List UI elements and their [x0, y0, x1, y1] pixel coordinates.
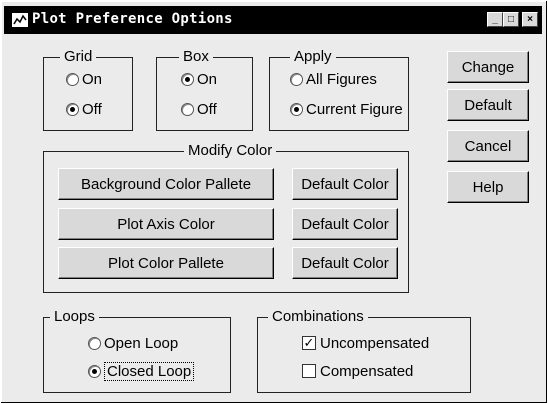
radio-label: All Figures [306, 70, 377, 88]
radio-label: Off [197, 100, 217, 118]
closed-loop-radio[interactable]: Closed Loop [88, 361, 195, 381]
checkbox-icon [302, 364, 316, 378]
compensated-checkbox[interactable]: Compensated [302, 362, 413, 380]
radio-label: On [82, 70, 103, 88]
maximize-button[interactable]: □ [503, 12, 519, 27]
default-button[interactable]: Default [447, 89, 529, 121]
grid-legend: Grid [60, 48, 97, 66]
plot-color-pallete-button[interactable]: Plot Color Pallete [58, 247, 274, 279]
loops-legend: Loops [50, 308, 99, 326]
radio-icon [181, 102, 194, 116]
open-loop-radio[interactable]: Open Loop [88, 334, 178, 352]
radio-label: On [197, 70, 218, 88]
radio-selected-icon [88, 364, 101, 378]
app-window-icon[interactable] [12, 13, 28, 27]
radio-label: Closed Loop [104, 361, 195, 381]
change-button[interactable]: Change [447, 51, 529, 83]
plot-color-default-color-button[interactable]: Default Color [292, 247, 398, 279]
current-figure-radio[interactable]: Current Figure [290, 100, 403, 118]
radio-icon [290, 72, 303, 86]
radio-selected-icon [181, 72, 194, 86]
radio-selected-icon [66, 102, 79, 116]
all-figures-radio[interactable]: All Figures [290, 70, 377, 88]
apply-group: Apply All Figures Current Figure [269, 48, 409, 131]
radio-icon [88, 336, 101, 350]
box-group: Box On Off [156, 48, 253, 131]
grid-off-radio[interactable]: Off [66, 100, 102, 118]
combinations-group: Combinations ✓ Uncompensated Compensated [257, 308, 471, 393]
radio-selected-icon [290, 102, 303, 116]
combinations-legend: Combinations [268, 308, 368, 326]
grid-group: Grid On Off [43, 48, 133, 131]
title-bar[interactable]: Plot Preference Options _ □ × [4, 6, 542, 34]
radio-label: Current Figure [306, 100, 403, 118]
window-title: Plot Preference Options [32, 11, 233, 27]
help-button[interactable]: Help [447, 171, 529, 203]
radio-icon [66, 72, 79, 86]
apply-legend: Apply [290, 48, 336, 66]
plot-preference-window: Plot Preference Options _ □ × Grid On Of… [0, 0, 548, 404]
checkbox-label: Compensated [320, 362, 414, 380]
box-off-radio[interactable]: Off [181, 100, 217, 118]
checkbox-checked-icon: ✓ [302, 335, 316, 350]
modify-color-legend: Modify Color [184, 142, 277, 160]
modify-color-group: Modify Color Background Color Pallete De… [43, 142, 409, 293]
background-default-color-button[interactable]: Default Color [292, 168, 398, 200]
grid-on-radio[interactable]: On [66, 70, 102, 88]
plot-axis-default-color-button[interactable]: Default Color [292, 208, 398, 240]
minimize-button[interactable]: _ [487, 12, 503, 27]
box-on-radio[interactable]: On [181, 70, 217, 88]
minimize-icon: _ [492, 13, 498, 25]
box-legend: Box [179, 48, 213, 66]
maximize-icon: □ [507, 13, 515, 25]
radio-label: Off [82, 100, 102, 118]
plot-axis-color-button[interactable]: Plot Axis Color [58, 208, 274, 240]
uncompensated-checkbox[interactable]: ✓ Uncompensated [302, 334, 429, 352]
loops-group: Loops Open Loop Closed Loop [43, 308, 231, 393]
close-icon: × [527, 13, 533, 25]
checkbox-label: Uncompensated [320, 334, 430, 352]
background-color-button[interactable]: Background Color Pallete [58, 168, 274, 200]
close-button[interactable]: × [522, 12, 538, 27]
radio-label: Open Loop [104, 334, 179, 352]
cancel-button[interactable]: Cancel [447, 130, 529, 162]
